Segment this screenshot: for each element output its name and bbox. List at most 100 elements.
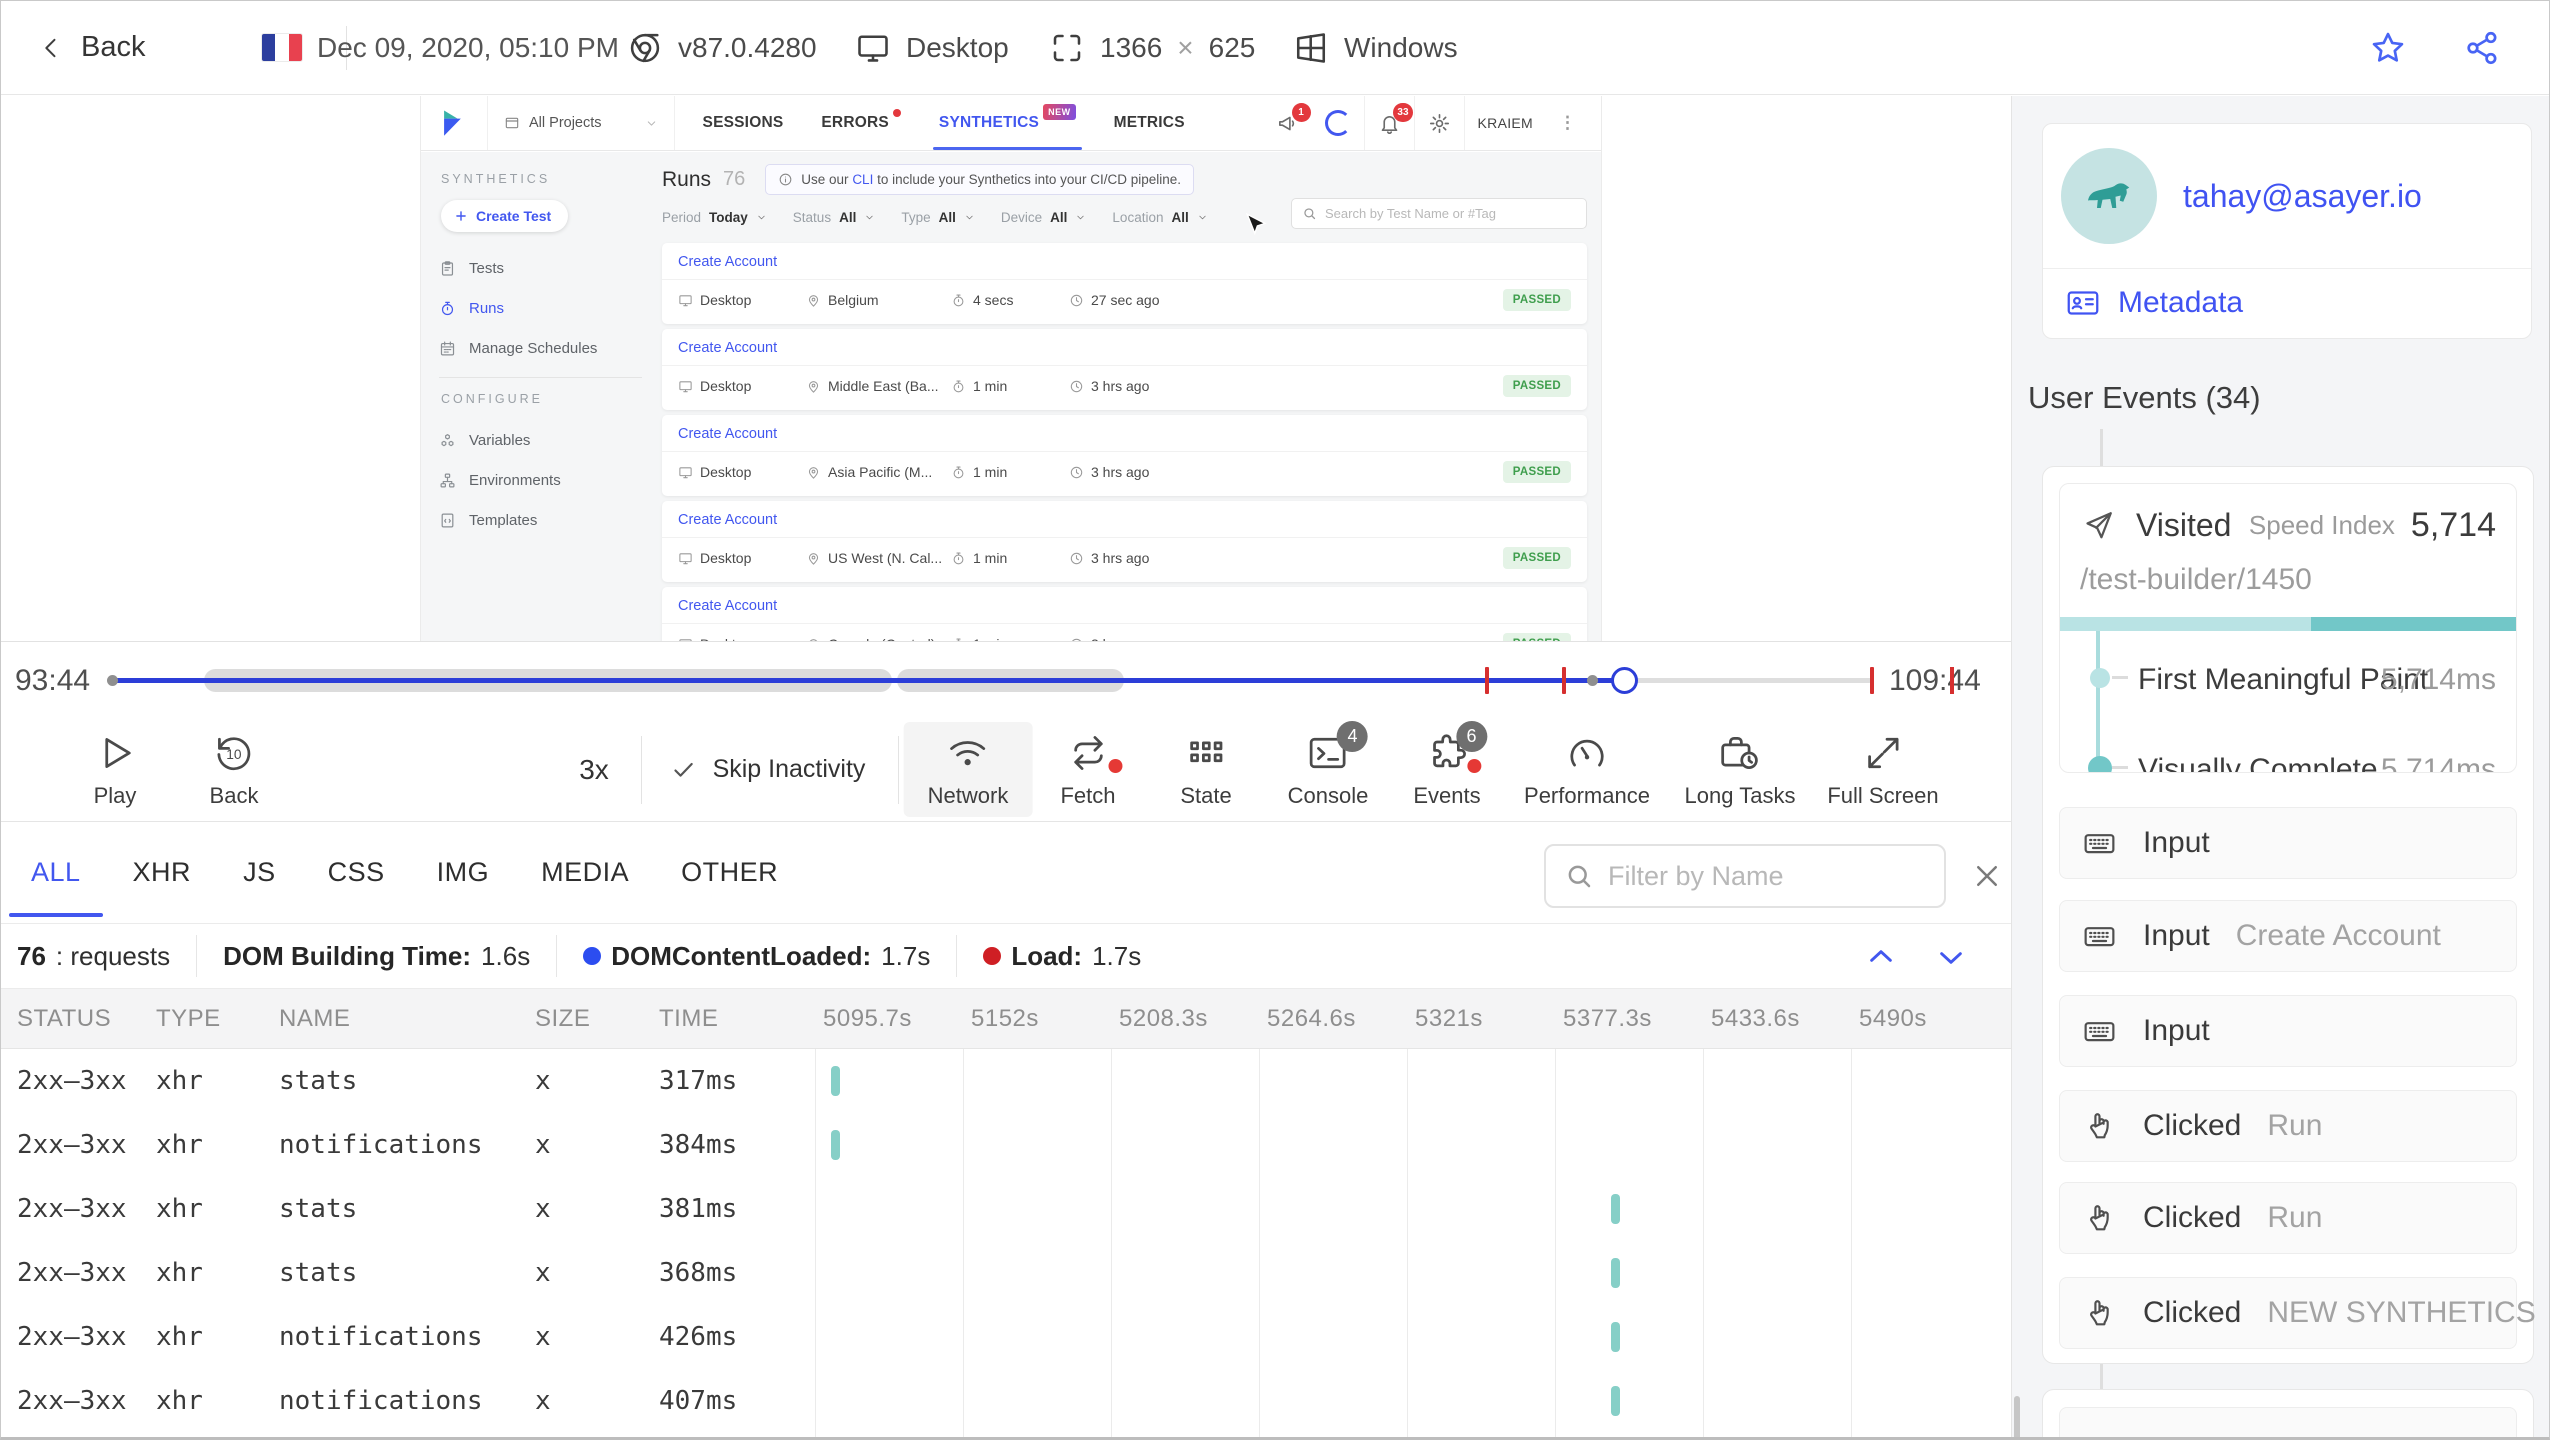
input-event-card[interactable]: Input: [2059, 807, 2517, 879]
network-tab-css[interactable]: CSS: [328, 822, 385, 923]
progress-line: [112, 678, 1624, 683]
create-test-button[interactable]: Create Test: [441, 200, 569, 232]
user-menu[interactable]: KRAIEM: [1463, 96, 1546, 150]
playhead-handle[interactable]: [1610, 667, 1638, 694]
new-badge: NEW: [1043, 104, 1076, 120]
metadata-label: Metadata: [2118, 286, 2244, 319]
filter-input[interactable]: [1608, 860, 1926, 892]
click-event-card[interactable]: Clicked Run: [2059, 1090, 2517, 1162]
network-tab-js[interactable]: JS: [243, 822, 276, 923]
network-tab-other[interactable]: OTHER: [681, 822, 778, 923]
filter-status[interactable]: Status All: [793, 210, 876, 225]
keyboard-icon: [2082, 919, 2117, 954]
sidebar-item-tests[interactable]: Tests: [439, 248, 642, 288]
network-panel-button[interactable]: Network: [903, 722, 1033, 817]
input-event-card[interactable]: Input: [2059, 995, 2517, 1067]
network-tab-xhr[interactable]: XHR: [133, 822, 192, 923]
run-name-link[interactable]: Create Account: [662, 415, 1587, 452]
visited-event-card[interactable]: Visited Speed Index 5,714 /test-builder/…: [2059, 483, 2517, 773]
events-panel-button[interactable]: 6 Events: [1413, 718, 1487, 821]
click-event-card[interactable]: Clicked Run: [2059, 1182, 2517, 1254]
app-tab-synthetics[interactable]: SYNTHETICS NEW: [932, 96, 1082, 150]
filter-type[interactable]: Type All: [901, 210, 975, 225]
announcements-badge: 1: [1291, 103, 1311, 122]
notifications-button[interactable]: 33: [1363, 96, 1414, 150]
app-tab-sessions[interactable]: SESSIONS: [703, 96, 784, 150]
network-tab-all[interactable]: ALL: [9, 822, 102, 923]
timeline-track[interactable]: [107, 642, 1874, 719]
run-card[interactable]: Create Account Desktop US West (N. Cal... 1…: [662, 501, 1587, 582]
request-row[interactable]: 2xx–3xx xhr stats x 317ms: [1, 1049, 2011, 1113]
run-name-link[interactable]: Create Account: [662, 243, 1587, 280]
fetch-panel-button[interactable]: Fetch: [1060, 718, 1122, 821]
run-device: Desktop: [678, 464, 806, 480]
avatar: [2061, 148, 2157, 244]
request-row[interactable]: 2xx–3xx xhr notifications x 407ms: [1, 1369, 2011, 1433]
close-panel-button[interactable]: [1963, 844, 2011, 908]
sidebar-item-variables[interactable]: Variables: [439, 420, 642, 460]
request-row[interactable]: 2xx–3xx xhr stats x 381ms: [1, 1177, 2011, 1241]
navigation-icon: [2080, 508, 2116, 544]
run-location: Asia Pacific (M...: [806, 464, 951, 480]
network-tab-img[interactable]: IMG: [437, 822, 490, 923]
browser-group: v87.0.4280: [627, 1, 817, 94]
state-panel-button[interactable]: State: [1180, 718, 1232, 821]
click-event-card[interactable]: Clicked NEW SYNTHETICS: [2059, 1277, 2536, 1349]
runs-count: 76: [723, 168, 746, 190]
request-row[interactable]: 2xx–3xx xhr stats x 368ms: [1, 1241, 2011, 1305]
full-screen-panel-button[interactable]: Full Screen: [1827, 718, 1939, 821]
filter-period[interactable]: Period Today: [662, 210, 767, 225]
hand-pointer-icon: [2082, 1109, 2117, 1144]
console-panel-button[interactable]: 4 Console: [1288, 718, 1368, 821]
input-event-card[interactable]: Input Create Account: [2059, 900, 2517, 972]
long-tasks-panel-button[interactable]: Long Tasks: [1685, 718, 1795, 821]
run-name-link[interactable]: Create Account: [662, 329, 1587, 366]
request-row[interactable]: 2xx–3xx xhr notifications x 384ms: [1, 1113, 2011, 1177]
run-card[interactable]: Create Account Desktop Asia Pacific (M... 1…: [662, 415, 1587, 496]
banner-suffix: to include your Synthetics into your CI/…: [873, 172, 1181, 187]
run-card[interactable]: Create AccountDesktopCanada (Central)1 m…: [662, 587, 1587, 641]
metric-name: Visually Complete: [2138, 753, 2378, 773]
filter-box[interactable]: [1544, 844, 1946, 908]
info-icon: [778, 172, 793, 187]
back-button[interactable]: Back: [37, 1, 145, 94]
settings-button[interactable]: [1413, 96, 1464, 150]
sidebar-item-runs[interactable]: Runs: [439, 288, 642, 328]
filter-location[interactable]: Location All: [1112, 210, 1207, 225]
user-events-sidebar: tahay@asayer.io Metadata User Events (34…: [2011, 96, 2549, 1437]
network-tab-media[interactable]: MEDIA: [541, 822, 629, 923]
search-icon: [1564, 861, 1594, 891]
hexes-icon: [439, 432, 456, 449]
next-request-button[interactable]: [1935, 941, 1967, 973]
favorite-button[interactable]: [2363, 23, 2413, 73]
request-row[interactable]: 2xx–3xx xhr notifications x 426ms: [1, 1305, 2011, 1369]
share-button[interactable]: [2457, 23, 2507, 73]
sidebar-item-templates[interactable]: Templates: [439, 500, 642, 540]
back-10s-button[interactable]: 10 Back: [210, 718, 258, 821]
run-card[interactable]: Create Account Desktop Belgium 4 secs 27 sec…: [662, 243, 1587, 324]
resolution-height: 625: [1208, 31, 1256, 63]
more-menu[interactable]: ⋮: [1546, 96, 1589, 150]
app-tab-metrics[interactable]: METRICS: [1114, 96, 1185, 150]
sidebar-item-manage-schedules[interactable]: Manage Schedules: [439, 328, 642, 368]
sidebar-item-environments[interactable]: Environments: [439, 460, 642, 500]
play-button[interactable]: Play: [93, 718, 137, 821]
run-name-link[interactable]: Create Account: [662, 501, 1587, 538]
performance-panel-button[interactable]: Performance: [1524, 718, 1650, 821]
filter-device[interactable]: Device All: [1001, 210, 1087, 225]
chevron-down-icon: [645, 117, 658, 130]
announcements-button[interactable]: 1: [1263, 96, 1312, 150]
run-name-link[interactable]: Create Account: [662, 587, 1587, 624]
test-search-input[interactable]: [1325, 206, 1576, 221]
app-tab-errors[interactable]: ERRORS: [821, 96, 901, 150]
project-selector[interactable]: All Projects: [487, 96, 675, 150]
run-card[interactable]: Create Account Desktop Middle East (Ba... 1…: [662, 329, 1587, 410]
metadata-button[interactable]: Metadata: [2043, 269, 2531, 337]
user-email-link[interactable]: tahay@asayer.io: [2183, 178, 2422, 215]
cli-link[interactable]: CLI: [852, 172, 873, 187]
previous-request-button[interactable]: [1865, 941, 1897, 973]
sidebar-scrollbar[interactable]: [2014, 1396, 2020, 1437]
speed-button[interactable]: 3x: [579, 718, 609, 821]
skip-inactivity-toggle[interactable]: Skip Inactivity: [671, 718, 865, 821]
test-search-box[interactable]: [1291, 198, 1587, 229]
